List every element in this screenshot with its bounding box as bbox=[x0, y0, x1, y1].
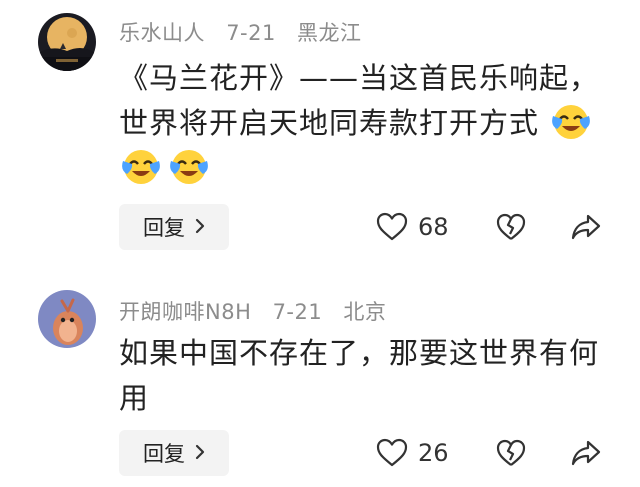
broken-heart-icon bbox=[496, 213, 526, 240]
comment-date: 7-21 bbox=[272, 300, 323, 324]
chevron-right-icon bbox=[195, 441, 205, 465]
reply-button[interactable]: 回复 bbox=[119, 204, 229, 250]
comment-date: 7-21 bbox=[226, 21, 276, 45]
cartoon-avatar-image bbox=[38, 290, 96, 348]
comment-meta: 乐水山人 7-21 黑龙江 bbox=[119, 17, 376, 47]
crying-laughing-emoji-icon bbox=[119, 146, 163, 186]
avatar[interactable] bbox=[38, 290, 96, 348]
comment-text: 《马兰花开》——当这首民乐响起，世界将开启天地同寿款打开方式 bbox=[119, 56, 619, 191]
comment-location: 北京 bbox=[343, 300, 387, 324]
reply-label: 回复 bbox=[143, 216, 185, 240]
like-button[interactable]: 26 bbox=[376, 438, 449, 468]
share-button[interactable] bbox=[571, 438, 601, 468]
like-button[interactable]: 68 bbox=[376, 212, 449, 242]
share-button[interactable] bbox=[571, 212, 601, 242]
share-arrow-icon bbox=[571, 440, 601, 466]
moon-landscape-avatar-image bbox=[38, 13, 96, 71]
comment-text-content: 如果中国不存在了，那要这世界有何用 bbox=[119, 336, 600, 415]
avatar[interactable] bbox=[38, 13, 96, 71]
like-count: 26 bbox=[418, 439, 449, 467]
comment-text-content: 《马兰花开》——当这首民乐响起，世界将开启天地同寿款打开方式 bbox=[119, 61, 600, 140]
like-count: 68 bbox=[418, 213, 449, 241]
share-arrow-icon bbox=[571, 214, 601, 240]
comment-actions: 68 bbox=[376, 204, 606, 250]
dislike-button[interactable] bbox=[496, 212, 526, 242]
reply-button[interactable]: 回复 bbox=[119, 430, 229, 476]
comment-actions: 26 bbox=[376, 430, 606, 476]
comment-location: 黑龙江 bbox=[297, 21, 362, 45]
comment-meta: 开朗咖啡N8H 7-21 北京 bbox=[119, 296, 400, 326]
chevron-right-icon bbox=[195, 215, 205, 239]
broken-heart-icon bbox=[496, 439, 526, 466]
comment-text: 如果中国不存在了，那要这世界有何用 bbox=[119, 331, 619, 421]
heart-icon bbox=[376, 212, 408, 241]
author-name[interactable]: 开朗咖啡N8H bbox=[119, 300, 251, 324]
crying-laughing-emoji-icon bbox=[549, 101, 593, 141]
crying-laughing-emoji-icon bbox=[167, 146, 211, 186]
dislike-button[interactable] bbox=[496, 438, 526, 468]
author-name[interactable]: 乐水山人 bbox=[119, 21, 205, 45]
reply-label: 回复 bbox=[143, 442, 185, 466]
heart-icon bbox=[376, 438, 408, 467]
